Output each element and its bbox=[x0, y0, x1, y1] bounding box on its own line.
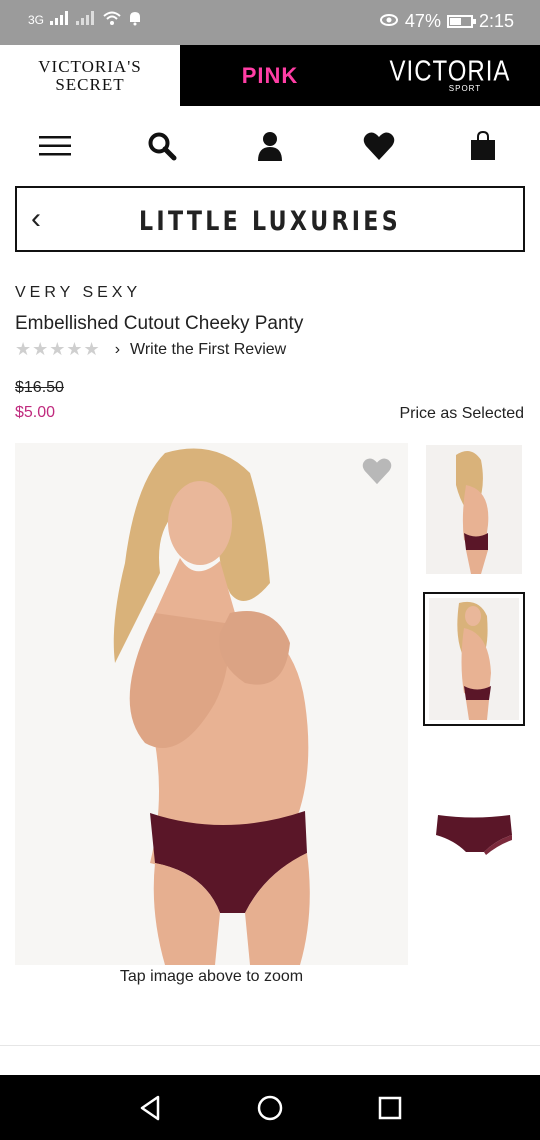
rating-row: ★★★★★ › Write the First Review bbox=[15, 339, 286, 360]
brand-pink-label: PINK bbox=[241, 62, 299, 88]
price-note: Price as Selected bbox=[399, 405, 524, 422]
account-icon[interactable] bbox=[252, 130, 288, 162]
zoom-hint: Tap image above to zoom bbox=[119, 968, 304, 985]
home-circle-icon[interactable] bbox=[255, 1093, 285, 1123]
signal-icon-2 bbox=[76, 11, 96, 28]
brand-vs-line1: VICTORIA'S bbox=[38, 56, 142, 76]
heart-icon[interactable] bbox=[361, 130, 397, 162]
thumbnail-partial bbox=[426, 965, 522, 968]
eye-comfort-icon bbox=[379, 11, 399, 32]
brand-sport-main: VICTORIA bbox=[389, 55, 511, 88]
favorite-heart-icon[interactable] bbox=[362, 457, 392, 490]
thumbnail-2-selected[interactable] bbox=[423, 592, 525, 726]
brand-tab-victorias-secret[interactable]: VICTORIA'S SECRET bbox=[0, 45, 180, 106]
sale-price: $5.00 bbox=[15, 404, 56, 421]
section-divider bbox=[0, 1045, 540, 1046]
menu-icon[interactable] bbox=[37, 130, 73, 162]
wifi-icon bbox=[102, 10, 122, 29]
notification-icon bbox=[128, 10, 142, 29]
network-type: 3G bbox=[28, 12, 45, 27]
thumbnail-product-only bbox=[436, 815, 512, 855]
signal-icon bbox=[50, 11, 70, 28]
thumbnail-front-view bbox=[457, 601, 491, 720]
thumbnail-1[interactable] bbox=[426, 445, 522, 574]
battery-percent: 47% bbox=[404, 11, 441, 31]
brand-tab-pink[interactable]: PINK bbox=[180, 45, 360, 106]
original-price: $16.50 bbox=[15, 379, 64, 396]
thumbnail-3[interactable] bbox=[426, 760, 522, 900]
brand-vs-line2: SECRET bbox=[55, 74, 125, 94]
header-icon-bar bbox=[0, 106, 540, 186]
back-triangle-icon[interactable] bbox=[135, 1093, 165, 1123]
model-photo bbox=[113, 448, 310, 965]
system-nav-bar bbox=[0, 1075, 540, 1140]
collection-label: VERY SEXY bbox=[15, 284, 142, 301]
back-chevron-icon[interactable]: ‹ bbox=[31, 204, 41, 234]
recents-square-icon[interactable] bbox=[375, 1093, 405, 1123]
chevron-right-icon[interactable]: › bbox=[115, 341, 120, 359]
battery-icon bbox=[446, 15, 476, 28]
thumbnail-back-view bbox=[456, 451, 489, 574]
search-icon[interactable] bbox=[144, 130, 180, 162]
category-title: LITTLE LUXURIES bbox=[139, 206, 401, 237]
clock: 2:15 bbox=[478, 11, 514, 31]
category-header: ‹ LITTLE LUXURIES bbox=[15, 186, 525, 252]
product-name: Embellished Cutout Cheeky Panty bbox=[15, 313, 304, 334]
status-bar: 3G 47% 2:15 bbox=[0, 0, 540, 45]
rating-stars: ★★★★★ bbox=[15, 339, 101, 359]
write-review-link[interactable]: Write the First Review bbox=[130, 341, 286, 359]
thumbnail-4[interactable] bbox=[426, 960, 522, 968]
brand-switcher: VICTORIA'S SECRET PINK VICTORIA SPORT bbox=[0, 45, 540, 106]
main-product-image[interactable] bbox=[15, 443, 408, 965]
bag-icon[interactable] bbox=[465, 130, 501, 162]
brand-tab-victoria-sport[interactable]: VICTORIA SPORT bbox=[360, 45, 540, 106]
